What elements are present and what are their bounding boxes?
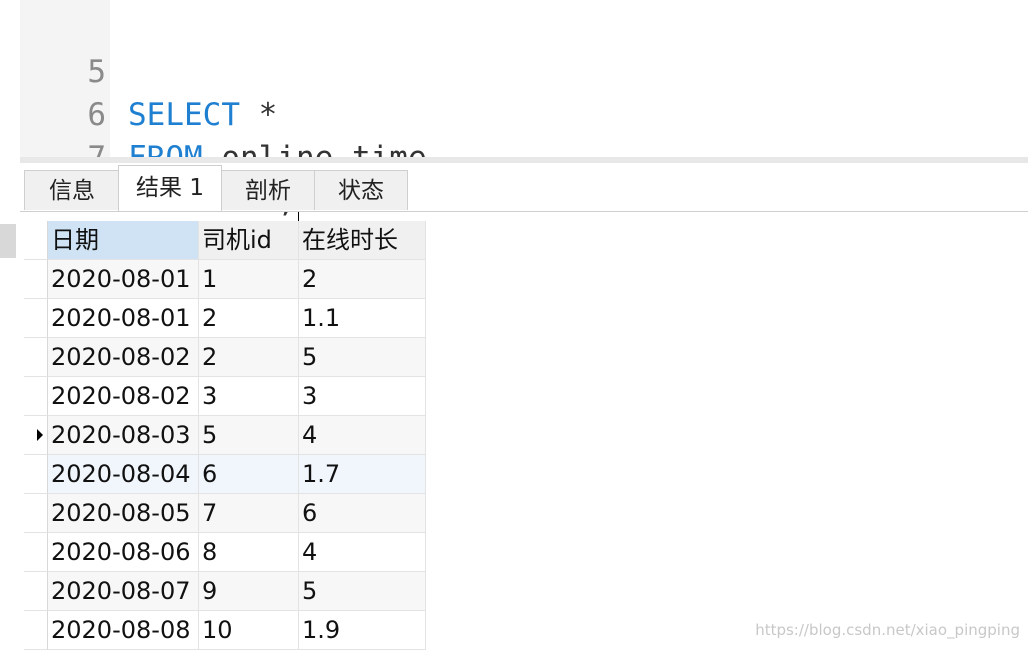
cell-driver-id[interactable]: 1: [199, 260, 299, 299]
row-indicator[interactable]: [24, 377, 48, 416]
watermark: https://blog.csdn.net/xiao_pingping: [755, 621, 1020, 639]
code-line-7[interactable]: 7 LIMIT 10;: [20, 94, 299, 222]
cell-date[interactable]: 2020-08-01: [48, 260, 199, 299]
tab-info[interactable]: 信息: [24, 170, 120, 210]
current-row-arrow-icon: [37, 429, 43, 441]
sql-keyword: SELECT: [128, 97, 240, 133]
cell-online-duration[interactable]: 3: [299, 377, 426, 416]
cell-date[interactable]: 2020-08-02: [48, 377, 199, 416]
cell-date[interactable]: 2020-08-01: [48, 299, 199, 338]
cell-driver-id[interactable]: 10: [199, 611, 299, 650]
sql-text: *: [239, 97, 278, 133]
splitter-handle[interactable]: [0, 224, 16, 258]
result-tabbar: 信息 结果 1 剖析 状态: [20, 163, 1028, 212]
cell-driver-id[interactable]: 8: [199, 533, 299, 572]
cell-online-duration[interactable]: 5: [299, 338, 426, 377]
cell-date[interactable]: 2020-08-05: [48, 494, 199, 533]
cell-online-duration[interactable]: 2: [299, 260, 426, 299]
cell-online-duration[interactable]: 1.7: [299, 455, 426, 494]
cell-driver-id[interactable]: 3: [199, 377, 299, 416]
cell-date[interactable]: 2020-08-03: [48, 416, 199, 455]
code-line-5[interactable]: 5 SELECT *: [20, 8, 277, 133]
cell-date[interactable]: 2020-08-04: [48, 455, 199, 494]
cell-online-duration[interactable]: 4: [299, 533, 426, 572]
cell-online-duration[interactable]: 1.1: [299, 299, 426, 338]
tab-profile[interactable]: 剖析: [220, 170, 316, 210]
tab-result-1[interactable]: 结果 1: [118, 165, 222, 211]
cell-driver-id[interactable]: 6: [199, 455, 299, 494]
row-indicator[interactable]: [24, 494, 48, 533]
row-indicator[interactable]: [24, 572, 48, 611]
cell-driver-id[interactable]: 7: [199, 494, 299, 533]
cell-driver-id[interactable]: 2: [199, 338, 299, 377]
cell-online-duration[interactable]: 1.9: [299, 611, 426, 650]
cell-driver-id[interactable]: 2: [199, 299, 299, 338]
tab-status[interactable]: 状态: [314, 170, 408, 210]
cell-online-duration[interactable]: 4: [299, 416, 426, 455]
column-header-driver-id[interactable]: 司机id: [199, 221, 299, 260]
row-indicator[interactable]: [24, 416, 48, 455]
row-indicator[interactable]: [24, 455, 48, 494]
row-indicator[interactable]: [24, 338, 48, 377]
row-indicator[interactable]: [24, 260, 48, 299]
row-indicator[interactable]: [24, 533, 48, 572]
row-indicator[interactable]: [24, 299, 48, 338]
cell-online-duration[interactable]: 5: [299, 572, 426, 611]
sql-editor[interactable]: 5 SELECT * 6 FROM online_time 7 LIMIT 10…: [0, 0, 1028, 222]
column-header-date[interactable]: 日期: [48, 221, 199, 260]
cell-online-duration[interactable]: 6: [299, 494, 426, 533]
cell-date[interactable]: 2020-08-07: [48, 572, 199, 611]
row-indicator-header: [24, 221, 48, 260]
cell-driver-id[interactable]: 5: [199, 416, 299, 455]
column-header-online-duration[interactable]: 在线时长: [299, 221, 426, 260]
cell-driver-id[interactable]: 9: [199, 572, 299, 611]
code-line-6[interactable]: 6 FROM online_time: [20, 51, 426, 176]
cell-date[interactable]: 2020-08-06: [48, 533, 199, 572]
row-indicator[interactable]: [24, 611, 48, 650]
cell-date[interactable]: 2020-08-08: [48, 611, 199, 650]
cell-date[interactable]: 2020-08-02: [48, 338, 199, 377]
